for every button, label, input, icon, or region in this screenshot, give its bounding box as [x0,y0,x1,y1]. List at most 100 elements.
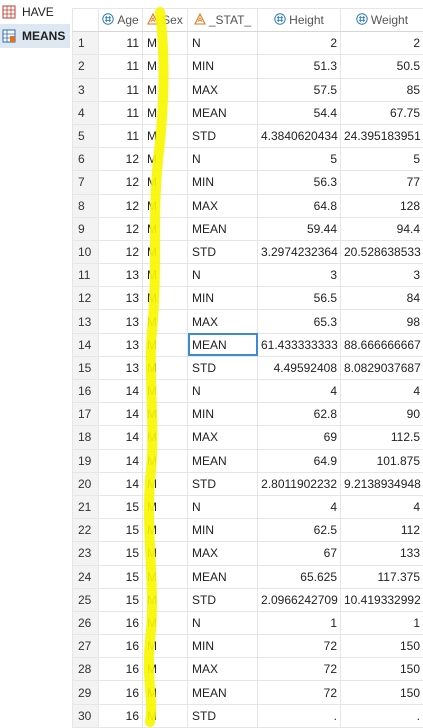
row-number-header[interactable] [73,9,99,32]
age-cell[interactable]: 13 [99,356,143,379]
column-header-stat[interactable]: _STAT_ [188,9,258,32]
age-cell[interactable]: 13 [99,310,143,333]
age-cell[interactable]: 11 [99,124,143,147]
sex-cell[interactable]: M [143,310,188,333]
sex-cell[interactable]: M [143,565,188,588]
stat-cell[interactable]: MIN [188,519,258,542]
row-number-cell[interactable]: 11 [73,264,99,287]
stat-cell[interactable]: STD [188,240,258,263]
row-number-cell[interactable]: 5 [73,124,99,147]
sex-cell[interactable]: M [143,611,188,634]
height-cell[interactable]: 56.3 [258,171,341,194]
height-cell[interactable]: 3.2974232364 [258,240,341,263]
sex-cell[interactable]: M [143,449,188,472]
row-number-cell[interactable]: 12 [73,287,99,310]
sex-cell[interactable]: M [143,426,188,449]
age-cell[interactable]: 11 [99,101,143,124]
row-number-cell[interactable]: 10 [73,240,99,263]
column-header-height[interactable]: Height [258,9,341,32]
stat-cell[interactable]: MEAN [188,565,258,588]
weight-cell[interactable]: 94.4 [341,217,423,240]
height-cell[interactable]: 2 [258,32,341,55]
weight-cell[interactable]: 133 [341,542,423,565]
height-cell[interactable]: 62.8 [258,403,341,426]
sex-cell[interactable]: M [143,148,188,171]
stat-cell[interactable]: MEAN [188,449,258,472]
sex-cell[interactable]: M [143,171,188,194]
row-number-cell[interactable]: 27 [73,635,99,658]
age-cell[interactable]: 13 [99,264,143,287]
row-number-cell[interactable]: 14 [73,333,99,356]
weight-cell[interactable]: 101.875 [341,449,423,472]
age-cell[interactable]: 15 [99,519,143,542]
weight-cell[interactable]: 77 [341,171,423,194]
height-cell[interactable]: 4.3840620434 [258,124,341,147]
weight-cell[interactable]: 112 [341,519,423,542]
age-cell[interactable]: 14 [99,449,143,472]
age-cell[interactable]: 12 [99,194,143,217]
sex-cell[interactable]: M [143,194,188,217]
age-cell[interactable]: 11 [99,78,143,101]
age-cell[interactable]: 14 [99,426,143,449]
stat-cell[interactable]: MAX [188,658,258,681]
height-cell[interactable]: 65.3 [258,310,341,333]
height-cell[interactable]: 54.4 [258,101,341,124]
stat-cell[interactable]: STD [188,588,258,611]
row-number-cell[interactable]: 26 [73,611,99,634]
row-number-cell[interactable]: 19 [73,449,99,472]
dataset-item-have[interactable]: HAVE [0,0,70,24]
height-cell[interactable]: 5 [258,148,341,171]
age-cell[interactable]: 12 [99,148,143,171]
stat-cell[interactable]: N [188,495,258,518]
row-number-cell[interactable]: 20 [73,472,99,495]
height-cell[interactable]: 72 [258,681,341,704]
age-cell[interactable]: 12 [99,171,143,194]
height-cell[interactable]: 1 [258,611,341,634]
row-number-cell[interactable]: 23 [73,542,99,565]
stat-cell[interactable]: MAX [188,426,258,449]
sex-cell[interactable]: M [143,55,188,78]
weight-cell[interactable]: 20.528638533 [341,240,423,263]
sex-cell[interactable]: M [143,101,188,124]
height-cell[interactable]: 2.0966242709 [258,588,341,611]
weight-cell[interactable]: 4 [341,495,423,518]
age-cell[interactable]: 14 [99,472,143,495]
weight-cell[interactable]: 98 [341,310,423,333]
row-number-cell[interactable]: 1 [73,32,99,55]
stat-cell[interactable]: N [188,264,258,287]
age-cell[interactable]: 11 [99,32,143,55]
stat-cell[interactable]: MEAN [188,217,258,240]
row-number-cell[interactable]: 22 [73,519,99,542]
height-cell[interactable]: 64.9 [258,449,341,472]
age-cell[interactable]: 16 [99,658,143,681]
stat-cell[interactable]: N [188,148,258,171]
sex-cell[interactable]: M [143,519,188,542]
row-number-cell[interactable]: 29 [73,681,99,704]
row-number-cell[interactable]: 13 [73,310,99,333]
sex-cell[interactable]: M [143,495,188,518]
stat-cell[interactable]: N [188,380,258,403]
sex-cell[interactable]: M [143,403,188,426]
row-number-cell[interactable]: 24 [73,565,99,588]
stat-cell[interactable]: MAX [188,310,258,333]
stat-cell[interactable]: STD [188,704,258,727]
row-number-cell[interactable]: 15 [73,356,99,379]
row-number-cell[interactable]: 16 [73,380,99,403]
weight-cell[interactable]: 2 [341,32,423,55]
age-cell[interactable]: 15 [99,495,143,518]
row-number-cell[interactable]: 8 [73,194,99,217]
weight-cell[interactable]: 112.5 [341,426,423,449]
weight-cell[interactable]: 117.375 [341,565,423,588]
weight-cell[interactable]: 5 [341,148,423,171]
row-number-cell[interactable]: 30 [73,704,99,727]
row-number-cell[interactable]: 17 [73,403,99,426]
weight-cell[interactable]: 90 [341,403,423,426]
sex-cell[interactable]: M [143,704,188,727]
sex-cell[interactable]: M [143,32,188,55]
weight-cell[interactable]: 3 [341,264,423,287]
column-header-weight[interactable]: Weight [341,9,423,32]
stat-cell[interactable]: MIN [188,55,258,78]
stat-cell[interactable]: STD [188,356,258,379]
sex-cell[interactable]: M [143,356,188,379]
sex-cell[interactable]: M [143,333,188,356]
